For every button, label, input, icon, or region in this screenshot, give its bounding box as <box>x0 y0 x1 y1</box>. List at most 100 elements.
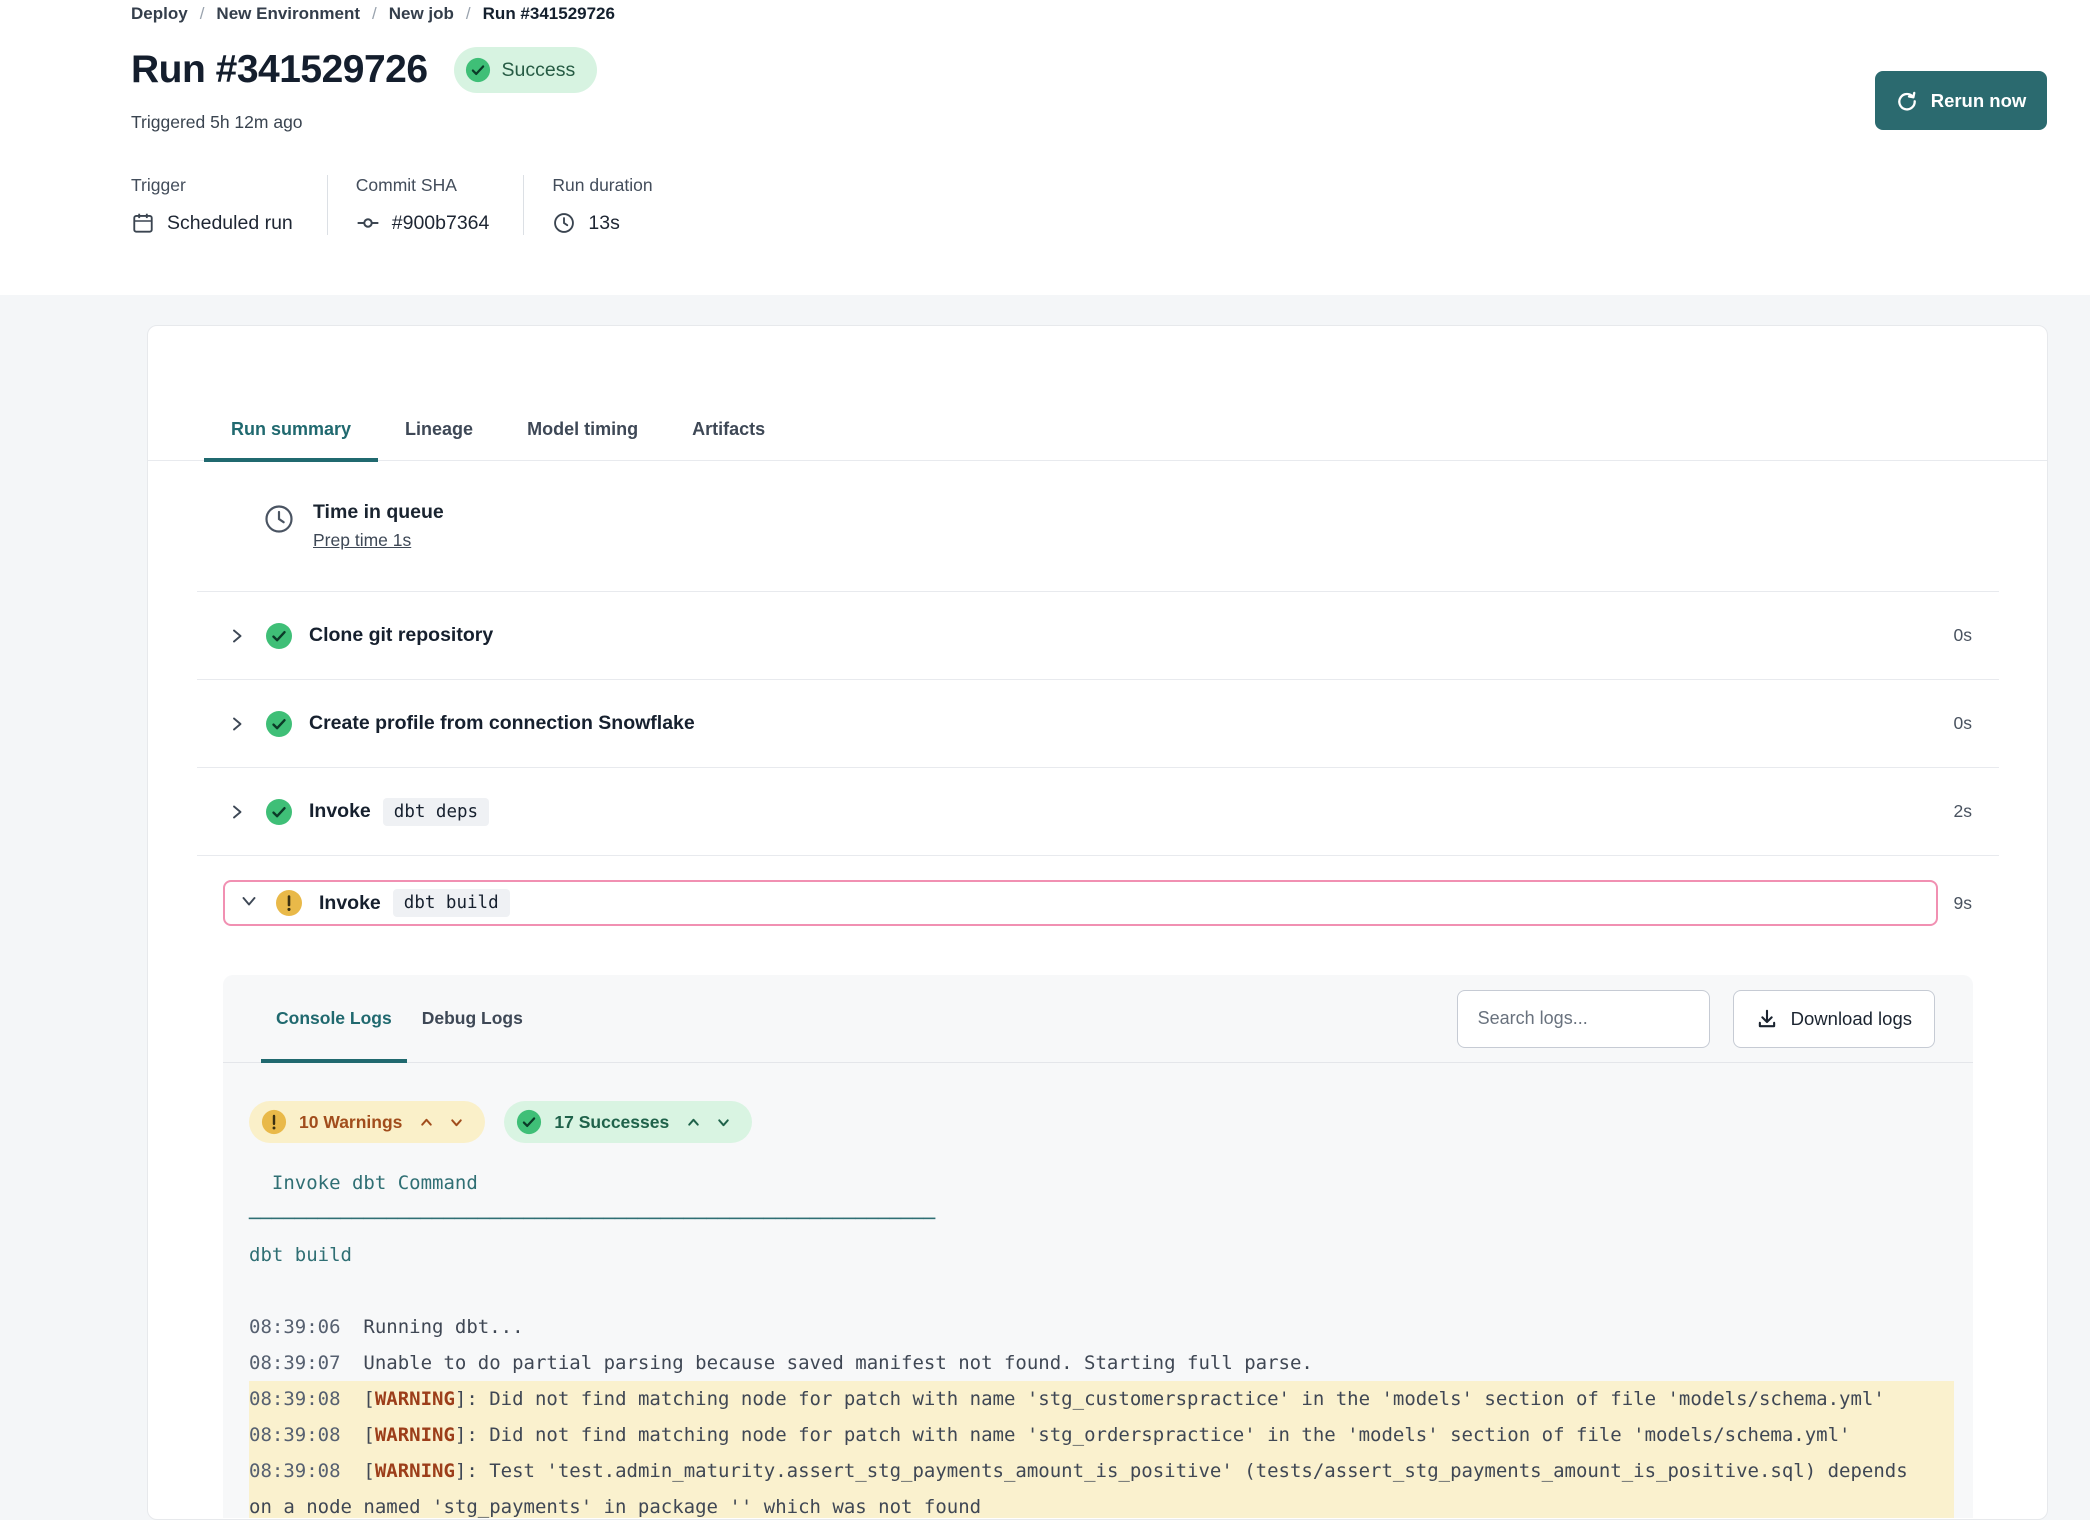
meta-trigger-label: Trigger <box>131 175 293 196</box>
console-log-output[interactable]: Invoke dbt Command──────────────────────… <box>249 1165 1954 1518</box>
log-line: 08:39:08 [WARNING]: Did not find matchin… <box>249 1417 1954 1453</box>
rerun-now-label: Rerun now <box>1931 90 2027 112</box>
log-line: Invoke dbt Command <box>249 1165 1954 1201</box>
step-label: Create profile from connection Snowflake <box>309 712 695 735</box>
run-tabs: Run summary Lineage Model timing Artifac… <box>148 326 2047 461</box>
log-line <box>249 1273 1954 1309</box>
log-timestamp: 08:39:08 <box>249 1460 341 1482</box>
step-label: Invoke <box>319 892 381 915</box>
log-timestamp: 08:39:08 <box>249 1388 341 1410</box>
step-duration: 2s <box>1954 801 1972 822</box>
tab-console-logs[interactable]: Console Logs <box>261 975 407 1062</box>
log-timestamp: 08:39:06 <box>249 1316 341 1338</box>
log-line: ────────────────────────────────────────… <box>249 1201 1954 1237</box>
successes-badge[interactable]: 17 Successes <box>504 1101 752 1143</box>
run-meta-row: Trigger Scheduled run Commit SHA #900b73… <box>131 175 2090 235</box>
log-line: 08:39:08 [WARNING]: Did not find matchin… <box>249 1381 1954 1417</box>
commit-icon <box>356 211 380 235</box>
meta-commit-sha: Commit SHA #900b7364 <box>356 175 525 235</box>
page-title: Run #341529726 <box>131 48 428 92</box>
download-logs-label: Download logs <box>1791 1008 1912 1030</box>
success-check-icon <box>265 622 293 650</box>
queue-title: Time in queue <box>313 501 444 524</box>
meta-duration-label: Run duration <box>552 175 652 196</box>
page-header: Deploy / New Environment / New job / Run… <box>0 0 2090 295</box>
log-line: 08:39:08 [WARNING]: Test 'test.admin_mat… <box>249 1453 1954 1518</box>
tab-lineage[interactable]: Lineage <box>378 419 500 460</box>
warning-label: WARNING <box>375 1388 455 1410</box>
run-detail-card: Run summary Lineage Model timing Artifac… <box>147 325 2048 1520</box>
breadcrumb-separator: / <box>200 4 205 24</box>
warning-icon <box>261 1109 287 1135</box>
tab-debug-logs[interactable]: Debug Logs <box>407 975 538 1062</box>
step-command-pill: dbt build <box>393 889 510 917</box>
search-logs-input[interactable] <box>1457 990 1710 1048</box>
clock-icon <box>552 211 576 235</box>
status-badge: Success <box>454 47 598 93</box>
success-check-icon <box>465 57 491 83</box>
time-in-queue-section: Time in queue Prep time 1s <box>197 461 1999 592</box>
download-logs-button[interactable]: Download logs <box>1733 990 1935 1048</box>
log-timestamp: 08:39:07 <box>249 1352 341 1374</box>
breadcrumb: Deploy / New Environment / New job / Run… <box>131 2 2090 26</box>
breadcrumb-separator: / <box>372 4 377 24</box>
chevron-right-icon[interactable] <box>227 802 247 822</box>
queue-clock-icon <box>263 503 295 551</box>
prep-time-link[interactable]: Prep time 1s <box>313 530 411 551</box>
log-line: 08:39:07 Unable to do partial parsing be… <box>249 1345 1954 1381</box>
step-duration: 0s <box>1954 713 1972 734</box>
meta-duration-value: 13s <box>588 212 619 235</box>
step-row-clone-git[interactable]: Clone git repository 0s <box>197 592 1999 680</box>
rerun-now-button[interactable]: Rerun now <box>1875 71 2047 130</box>
content-area: Run summary Lineage Model timing Artifac… <box>0 325 2090 1520</box>
calendar-icon <box>131 211 155 235</box>
warnings-badge-label: 10 Warnings <box>299 1112 402 1133</box>
chevron-down-icon[interactable] <box>239 891 259 916</box>
log-timestamp: 08:39:08 <box>249 1424 341 1446</box>
tab-model-timing[interactable]: Model timing <box>500 419 665 460</box>
breadcrumb-item-deploy[interactable]: Deploy <box>131 4 188 24</box>
successes-badge-label: 17 Successes <box>554 1112 669 1133</box>
tab-artifacts[interactable]: Artifacts <box>665 419 792 460</box>
success-check-icon <box>265 798 293 826</box>
prev-success-chevron-up-icon[interactable] <box>685 1114 702 1131</box>
triggered-timestamp: Triggered 5h 12m ago <box>131 112 2090 133</box>
step-command-pill: dbt deps <box>383 798 489 826</box>
success-check-icon <box>516 1109 542 1135</box>
status-badge-label: Success <box>502 59 576 82</box>
chevron-right-icon[interactable] <box>227 714 247 734</box>
step-duration: 9s <box>1954 893 1972 914</box>
warning-icon <box>275 889 303 917</box>
log-line: 08:39:06 Running dbt... <box>249 1309 1954 1345</box>
step-duration: 0s <box>1954 625 1972 646</box>
download-icon <box>1756 1008 1778 1030</box>
breadcrumb-item-run: Run #341529726 <box>483 4 615 24</box>
breadcrumb-item-environment[interactable]: New Environment <box>216 4 360 24</box>
refresh-icon <box>1896 90 1918 112</box>
tab-run-summary[interactable]: Run summary <box>204 419 378 460</box>
meta-run-duration: Run duration 13s <box>552 175 686 235</box>
breadcrumb-item-job[interactable]: New job <box>389 4 454 24</box>
meta-commit-label: Commit SHA <box>356 175 490 196</box>
step-row-dbt-build: Invoke dbt build 9s <box>197 880 1999 926</box>
meta-trigger-value: Scheduled run <box>167 212 293 235</box>
step-label: Clone git repository <box>309 624 493 647</box>
next-success-chevron-down-icon[interactable] <box>715 1114 732 1131</box>
step-dbt-build-selected[interactable]: Invoke dbt build <box>223 880 1938 926</box>
log-line: dbt build <box>249 1237 1954 1273</box>
chevron-right-icon[interactable] <box>227 626 247 646</box>
success-check-icon <box>265 710 293 738</box>
prev-warning-chevron-up-icon[interactable] <box>418 1114 435 1131</box>
meta-commit-value: #900b7364 <box>392 212 490 235</box>
warning-label: WARNING <box>375 1460 455 1482</box>
step-row-create-profile[interactable]: Create profile from connection Snowflake… <box>197 680 1999 768</box>
next-warning-chevron-down-icon[interactable] <box>448 1114 465 1131</box>
log-tabs: Console Logs Debug Logs <box>261 975 538 1062</box>
meta-trigger: Trigger Scheduled run <box>131 175 328 235</box>
console-panel: Console Logs Debug Logs Download logs <box>223 975 1973 1518</box>
step-label: Invoke <box>309 800 371 823</box>
step-row-dbt-deps[interactable]: Invoke dbt deps 2s <box>197 768 1999 856</box>
warning-label: WARNING <box>375 1424 455 1446</box>
breadcrumb-separator: / <box>466 4 471 24</box>
warnings-badge[interactable]: 10 Warnings <box>249 1101 485 1143</box>
